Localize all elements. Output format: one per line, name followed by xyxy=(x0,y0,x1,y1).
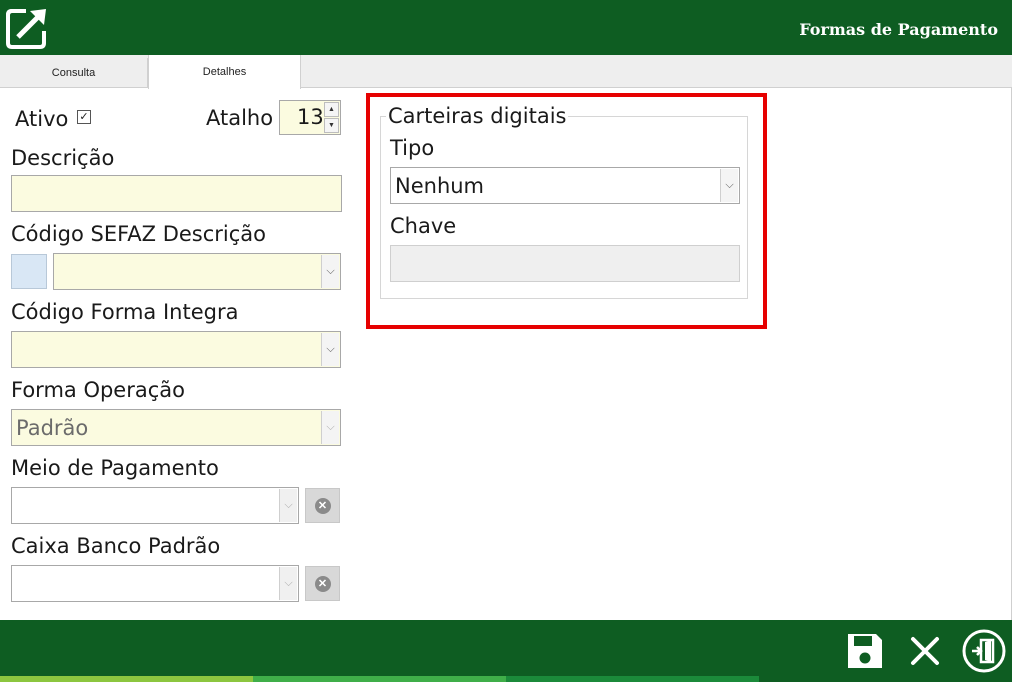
spin-up-icon[interactable]: ▲ xyxy=(324,102,339,117)
chevron-down-icon[interactable]: ⌵ xyxy=(279,489,297,522)
forma-operacao-value: Padrão xyxy=(16,415,89,440)
atalho-value: 13 xyxy=(297,105,324,129)
clear-icon: ✕ xyxy=(314,575,331,592)
footer-toolbar xyxy=(0,620,1012,682)
meio-pagamento-select[interactable]: ⌵ xyxy=(11,487,299,524)
spin-down-icon[interactable]: ▼ xyxy=(324,118,339,133)
tipo-select[interactable]: Nenhum ⌵ xyxy=(390,167,740,204)
ativo-checkbox[interactable]: ✓ xyxy=(77,110,91,124)
tipo-label: Tipo xyxy=(390,136,435,160)
tab-bar: Consulta Detalhes xyxy=(0,55,1012,89)
atalho-label: Atalho xyxy=(206,106,274,130)
ativo-label: Ativo xyxy=(15,107,69,131)
save-icon xyxy=(848,634,882,668)
logo-arrow-icon xyxy=(4,5,50,49)
chave-input[interactable] xyxy=(390,245,740,282)
clear-meio-pagamento-button[interactable]: ✕ xyxy=(305,488,340,523)
cancel-button[interactable] xyxy=(903,630,947,672)
chave-label: Chave xyxy=(390,214,457,238)
caixa-banco-select[interactable]: ⌵ xyxy=(11,565,299,602)
meio-pagamento-label: Meio de Pagamento xyxy=(11,456,219,480)
codigo-integra-label: Código Forma Integra xyxy=(11,300,239,324)
clear-icon: ✕ xyxy=(314,497,331,514)
app-header: Formas de Pagamento xyxy=(0,0,1012,55)
footer-stripes xyxy=(0,676,1012,682)
codigo-sefaz-label: Código SEFAZ Descrição xyxy=(11,222,267,246)
codigo-sefaz-code-field[interactable] xyxy=(11,254,47,289)
chevron-down-icon[interactable]: ⌵ xyxy=(321,255,339,288)
chevron-down-icon[interactable]: ⌵ xyxy=(321,411,339,444)
atalho-stepper[interactable]: 13 ▲ ▼ xyxy=(279,100,341,135)
caixa-banco-label: Caixa Banco Padrão xyxy=(11,534,221,558)
tab-consulta[interactable]: Consulta xyxy=(0,58,148,88)
close-icon xyxy=(911,637,939,665)
tab-detalhes[interactable]: Detalhes xyxy=(148,55,301,89)
carteiras-title: Carteiras digitais xyxy=(386,104,569,128)
page-title: Formas de Pagamento xyxy=(799,20,998,39)
exit-button[interactable] xyxy=(960,628,1008,674)
chevron-down-icon[interactable]: ⌵ xyxy=(720,169,738,202)
chevron-down-icon[interactable]: ⌵ xyxy=(279,567,297,600)
forma-operacao-select[interactable]: Padrão ⌵ xyxy=(11,409,341,446)
exit-door-icon xyxy=(962,629,1006,673)
forma-operacao-label: Forma Operação xyxy=(11,378,185,402)
codigo-sefaz-select[interactable]: ⌵ xyxy=(53,253,341,290)
clear-caixa-banco-button[interactable]: ✕ xyxy=(305,566,340,601)
descricao-label: Descrição xyxy=(11,146,115,170)
chevron-down-icon[interactable]: ⌵ xyxy=(321,333,339,366)
tipo-value: Nenhum xyxy=(395,173,485,198)
descricao-input[interactable] xyxy=(11,175,342,212)
save-button[interactable] xyxy=(843,630,887,672)
codigo-integra-select[interactable]: ⌵ xyxy=(11,331,341,368)
